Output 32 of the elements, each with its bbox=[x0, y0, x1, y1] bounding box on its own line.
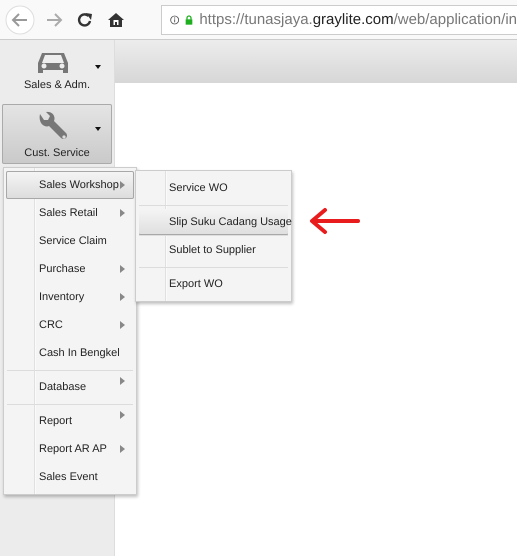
menu-item[interactable]: Service Claim bbox=[6, 227, 134, 255]
submenu-arrow-icon bbox=[120, 321, 125, 329]
menu-item[interactable]: Service WO bbox=[138, 174, 289, 202]
submenu-arrow-icon bbox=[120, 445, 125, 453]
module-button[interactable]: Cust. Service bbox=[2, 104, 112, 164]
submenu-arrow-icon bbox=[120, 293, 125, 301]
home-icon[interactable] bbox=[107, 12, 125, 28]
reload-icon[interactable] bbox=[77, 12, 93, 28]
menu-item[interactable]: Cash In Bengkel bbox=[6, 339, 134, 367]
caret-icon bbox=[95, 127, 101, 131]
arrow-annotation-icon bbox=[308, 206, 360, 236]
caret-icon bbox=[95, 65, 101, 69]
module-button[interactable]: Sales & Adm. bbox=[2, 42, 112, 102]
menu-item[interactable]: Report AR AP bbox=[6, 435, 134, 463]
submenu-arrow-icon bbox=[120, 265, 125, 273]
submenu-arrow-icon bbox=[120, 181, 125, 189]
menu-item[interactable]: Purchase bbox=[6, 255, 134, 283]
info-icon[interactable] bbox=[170, 12, 180, 26]
submenu-arrow-icon bbox=[120, 377, 125, 385]
menu-item[interactable]: Sales Event bbox=[6, 463, 134, 491]
back-icon[interactable] bbox=[5, 4, 35, 34]
menu-item[interactable]: Sublet to Supplier bbox=[138, 236, 289, 264]
menu-item[interactable]: Slip Suku Cadang Usage bbox=[138, 202, 289, 236]
url-text: https://tunasjaya.graylite.com/web/application/in bbox=[199, 11, 517, 28]
submenu-arrow-icon bbox=[120, 209, 125, 217]
address-bar[interactable]: https://tunasjaya.graylite.com/web/application/in bbox=[161, 4, 517, 34]
submenu-arrow-icon bbox=[120, 411, 125, 419]
menu-item[interactable]: Inventory bbox=[6, 283, 134, 311]
menu-item[interactable]: CRC bbox=[6, 311, 134, 339]
padlock-icon bbox=[185, 12, 194, 26]
menu-item[interactable]: Sales Workshop bbox=[6, 171, 134, 199]
menu-item[interactable]: Sales Retail bbox=[6, 199, 134, 227]
